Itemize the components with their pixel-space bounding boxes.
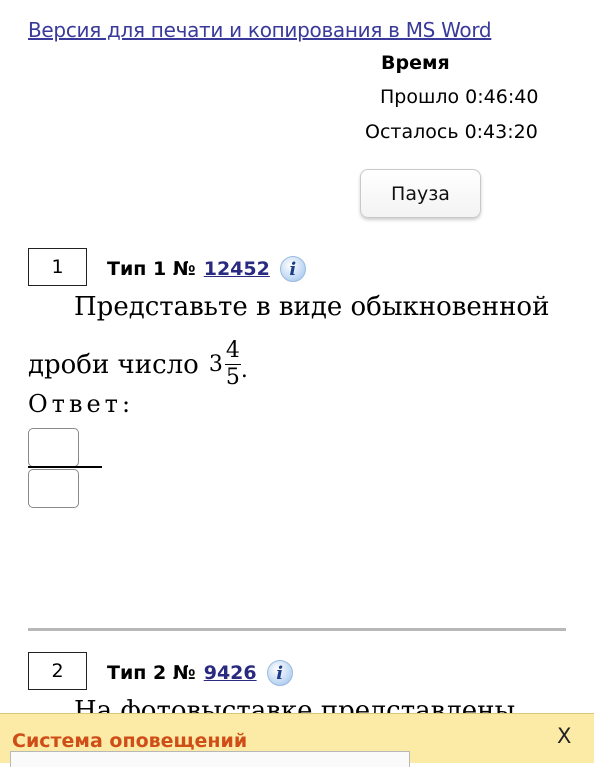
fraction-numerator: 4 [224,338,241,365]
task-text-line1: Представьте в виде обыкновенной [74,292,550,322]
period: . [240,358,248,383]
task-header: Тип 1 № 12452 i [107,256,306,282]
close-icon[interactable]: X [557,724,571,748]
mixed-number: 3 4 5 . [209,340,248,389]
answer-fraction-bar [28,466,102,468]
notification-bar: Система оповещений X [0,713,594,767]
task-divider [28,628,566,631]
info-icon[interactable]: i [279,256,306,282]
task-text-line2: дроби число 3 4 5 . [28,340,248,389]
fraction-denominator: 5 [225,365,240,390]
mixed-whole: 3 [208,352,223,377]
answer-denominator-input[interactable] [28,469,79,508]
task-header: Тип 2 № 9426 i [107,660,293,686]
timer-remaining: Осталось 0:43:20 [365,121,538,143]
mixed-fraction: 4 5 [224,338,241,390]
task-type-label: Тип 1 № [107,258,196,280]
notification-title: Система оповещений [12,730,248,752]
answer-label: Ответ: [28,390,135,418]
timer-elapsed: Прошло 0:46:40 [380,86,539,108]
notification-field[interactable] [10,751,410,767]
task-id-link[interactable]: 9426 [204,662,257,684]
info-icon[interactable]: i [266,660,293,686]
print-version-link[interactable]: Версия для печати и копирования в MS Wor… [28,18,492,42]
task-id-link[interactable]: 12452 [204,258,270,280]
task-number-box: 2 [28,652,87,690]
answer-numerator-input[interactable] [28,428,79,467]
task-type-label: Тип 2 № [107,662,196,684]
task-number-box: 1 [28,248,87,286]
pause-button[interactable]: Пауза [360,169,481,218]
timer-title: Время [381,52,450,74]
task-text-prefix: дроби число [28,349,199,380]
